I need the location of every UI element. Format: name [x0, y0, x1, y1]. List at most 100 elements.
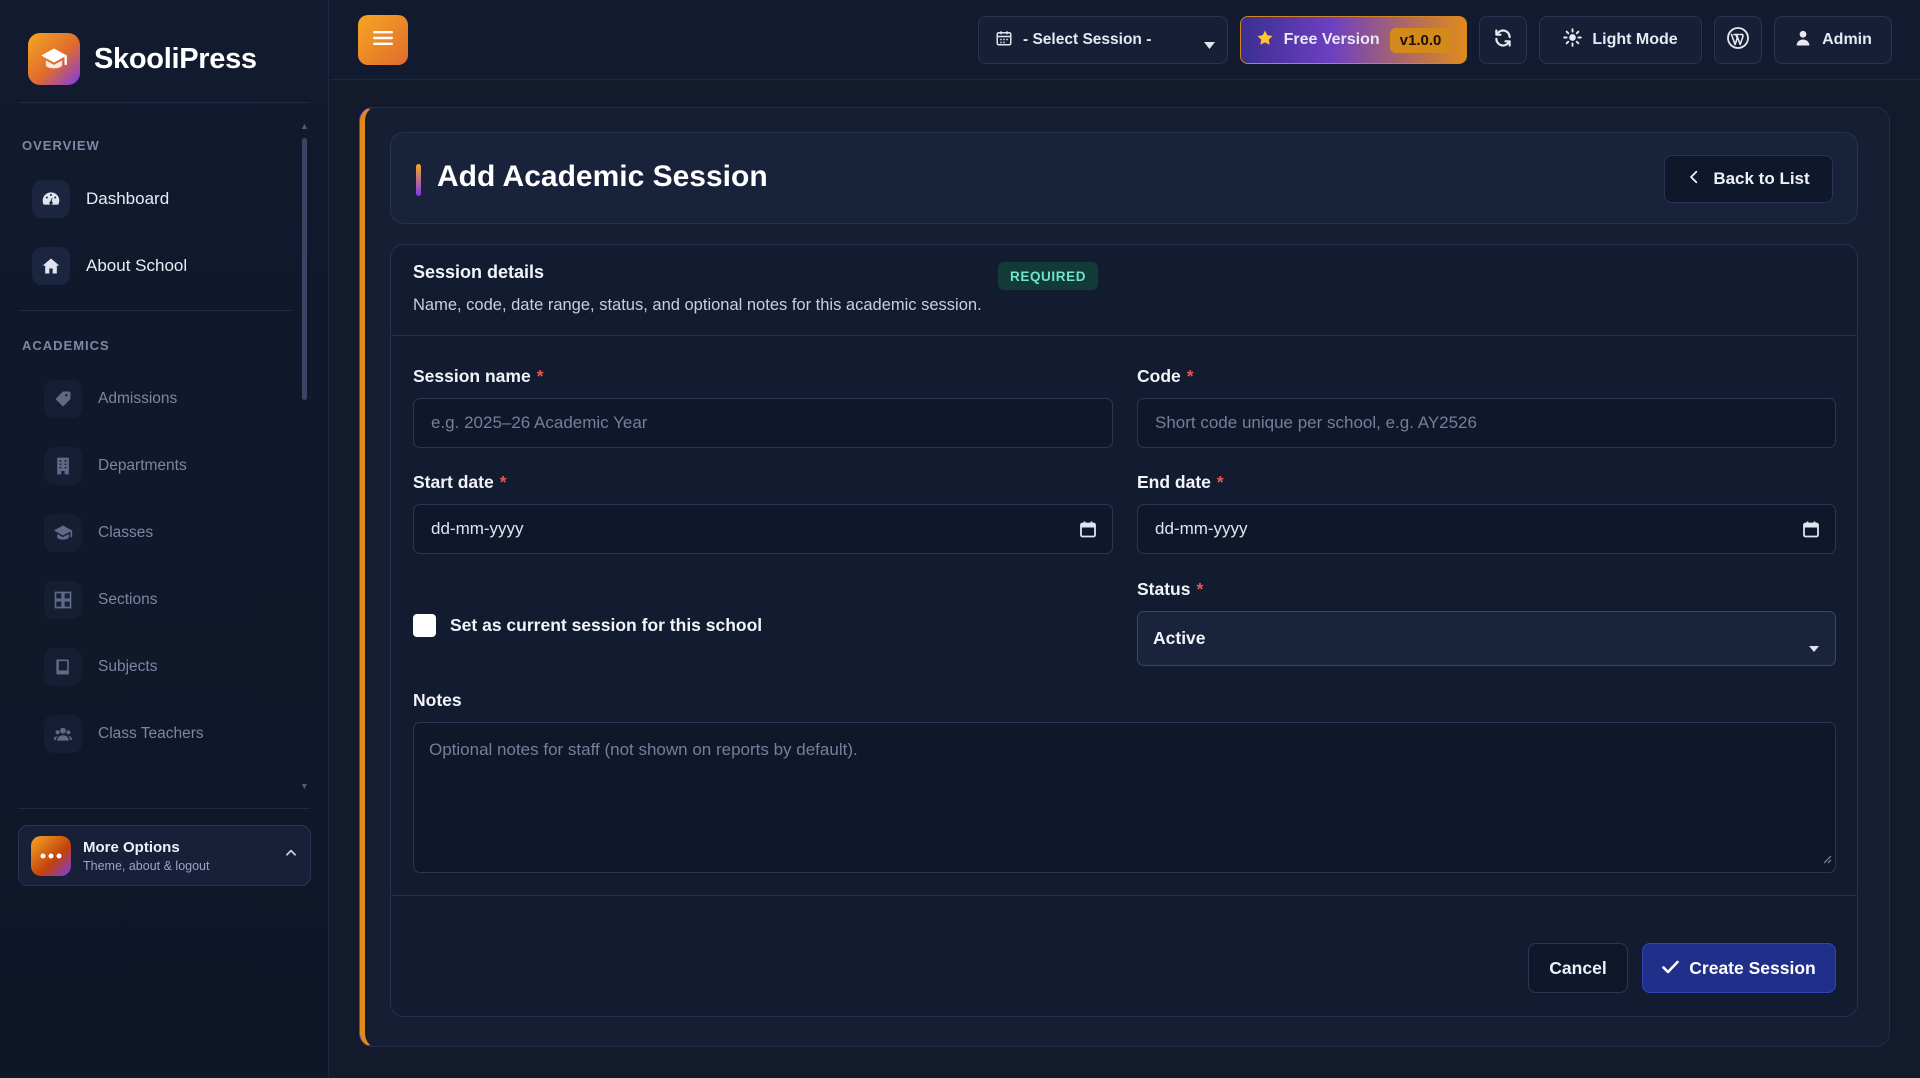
current-session-row[interactable]: Set as current session for this school — [413, 614, 762, 637]
session-name-label: Session name * — [413, 366, 544, 386]
divider — [18, 102, 310, 103]
divider — [18, 310, 292, 311]
home-icon — [32, 247, 70, 285]
graduation-cap-icon — [28, 33, 80, 85]
sidebar-item-class-teachers[interactable]: Class Teachers — [44, 715, 204, 753]
sidebar-item-label: Departments — [98, 457, 187, 474]
refresh-icon — [1493, 28, 1513, 53]
sidebar-item-label: Subjects — [98, 658, 158, 675]
gauge-icon — [32, 180, 70, 218]
cancel-button[interactable]: Cancel — [1528, 943, 1628, 993]
chevron-up-icon — [284, 846, 298, 865]
sidebar-item-label: Dashboard — [86, 189, 170, 208]
current-session-checkbox[interactable] — [413, 614, 436, 637]
end-date-label: End date * — [1137, 472, 1224, 492]
notes-textarea[interactable]: Optional notes for staff (not shown on r… — [413, 722, 1836, 873]
menu-toggle-button[interactable] — [358, 15, 408, 65]
wordpress-button[interactable] — [1714, 16, 1762, 64]
caret-down-icon — [1204, 36, 1215, 54]
notes-label: Notes — [413, 690, 462, 710]
scroll-up-arrow[interactable]: ▲ — [300, 122, 309, 131]
sidebar-item-subjects[interactable]: Subjects — [44, 648, 157, 686]
title-accent-bar — [416, 164, 421, 196]
section-title: Session details — [413, 262, 545, 282]
sidebar-item-about-school[interactable]: About School — [32, 247, 187, 285]
status-label: Status * — [1137, 579, 1204, 599]
start-date-input[interactable]: dd-mm-yyyy — [413, 504, 1113, 554]
required-badge: REQUIRED — [998, 262, 1099, 290]
more-options-subtitle: Theme, about & logout — [83, 858, 210, 873]
divider — [18, 808, 310, 809]
tag-icon — [44, 380, 82, 418]
notes-placeholder: Optional notes for staff (not shown on r… — [429, 740, 858, 759]
star-icon — [1256, 29, 1274, 52]
free-version-label: Free Version — [1283, 31, 1380, 48]
hamburger-icon — [373, 30, 393, 51]
back-to-list-button[interactable]: Back to List — [1664, 155, 1833, 203]
version-badge: v1.0.0 — [1389, 27, 1452, 53]
sidebar-item-admissions[interactable]: Admissions — [44, 380, 177, 418]
session-select-value: - Select Session - — [1023, 31, 1152, 48]
code-input[interactable]: Short code unique per school, e.g. AY252… — [1137, 398, 1836, 448]
admin-user-button[interactable]: Admin — [1774, 16, 1892, 64]
sidebar-item-dashboard[interactable]: Dashboard — [32, 180, 169, 218]
sidebar-item-label: Class Teachers — [98, 725, 204, 742]
code-label: Code * — [1137, 366, 1194, 386]
nav-section-overview: OVERVIEW — [22, 138, 100, 153]
wordpress-icon — [1726, 26, 1750, 55]
current-session-label: Set as current session for this school — [450, 615, 763, 635]
sidebar-item-label: Sections — [98, 591, 158, 608]
calendar-icon[interactable] — [1080, 521, 1096, 543]
sidebar-item-label: About School — [86, 256, 188, 275]
session-name-placeholder: e.g. 2025–26 Academic Year — [431, 413, 648, 432]
chevron-left-icon — [1687, 169, 1701, 190]
page-title: Add Academic Session — [437, 160, 768, 193]
start-date-value: dd-mm-yyyy — [431, 519, 524, 538]
status-select[interactable]: Active — [1137, 611, 1836, 666]
more-dots-icon — [31, 835, 71, 876]
status-value: Active — [1153, 628, 1206, 648]
session-select[interactable]: - Select Session - — [978, 16, 1228, 64]
session-name-input[interactable]: e.g. 2025–26 Academic Year — [413, 398, 1113, 448]
code-placeholder: Short code unique per school, e.g. AY252… — [1155, 413, 1477, 432]
grid-icon — [44, 581, 82, 619]
calendar-icon[interactable] — [1803, 521, 1819, 543]
start-date-label: Start date * — [413, 472, 507, 492]
graduation-cap-icon — [44, 514, 82, 552]
calendar-icon — [995, 29, 1013, 52]
check-icon — [1662, 958, 1680, 979]
divider — [391, 895, 1857, 896]
divider — [391, 335, 1857, 336]
user-icon — [1794, 29, 1812, 52]
resize-grip-icon[interactable] — [1823, 849, 1832, 869]
end-date-input[interactable]: dd-mm-yyyy — [1137, 504, 1836, 554]
sidebar-item-label: Classes — [98, 524, 154, 541]
more-options-button[interactable]: More Options Theme, about & logout — [18, 825, 311, 886]
sidebar-item-departments[interactable]: Departments — [44, 447, 187, 485]
sidebar-item-sections[interactable]: Sections — [44, 581, 157, 619]
back-to-list-label: Back to List — [1713, 169, 1810, 188]
sidebar-item-classes[interactable]: Classes — [44, 514, 153, 552]
section-description: Name, code, date range, status, and opti… — [413, 296, 982, 314]
create-session-button[interactable]: Create Session — [1642, 943, 1836, 993]
free-version-button[interactable]: Free Version v1.0.0 — [1240, 16, 1467, 64]
light-mode-label: Light Mode — [1592, 31, 1678, 48]
sidebar: SkooliPress OVERVIEW Dashboard About Sch… — [0, 0, 329, 1078]
sun-icon — [1563, 28, 1583, 52]
book-icon — [44, 648, 82, 686]
nav-section-academics: ACADEMICS — [22, 338, 110, 353]
refresh-button[interactable] — [1479, 16, 1527, 64]
light-mode-button[interactable]: Light Mode — [1539, 16, 1702, 64]
more-options-title: More Options — [83, 838, 180, 856]
create-session-label: Create Session — [1689, 957, 1816, 978]
users-icon — [44, 715, 82, 753]
scroll-down-arrow[interactable]: ▼ — [300, 782, 309, 791]
brand-name: SkooliPress — [94, 42, 257, 75]
building-icon — [44, 447, 82, 485]
sidebar-item-label: Admissions — [98, 390, 178, 407]
end-date-value: dd-mm-yyyy — [1155, 519, 1248, 538]
caret-down-icon — [1809, 636, 1819, 657]
admin-label: Admin — [1822, 31, 1872, 48]
sidebar-scrollbar[interactable] — [302, 138, 307, 400]
brand[interactable]: SkooliPress — [28, 33, 257, 85]
